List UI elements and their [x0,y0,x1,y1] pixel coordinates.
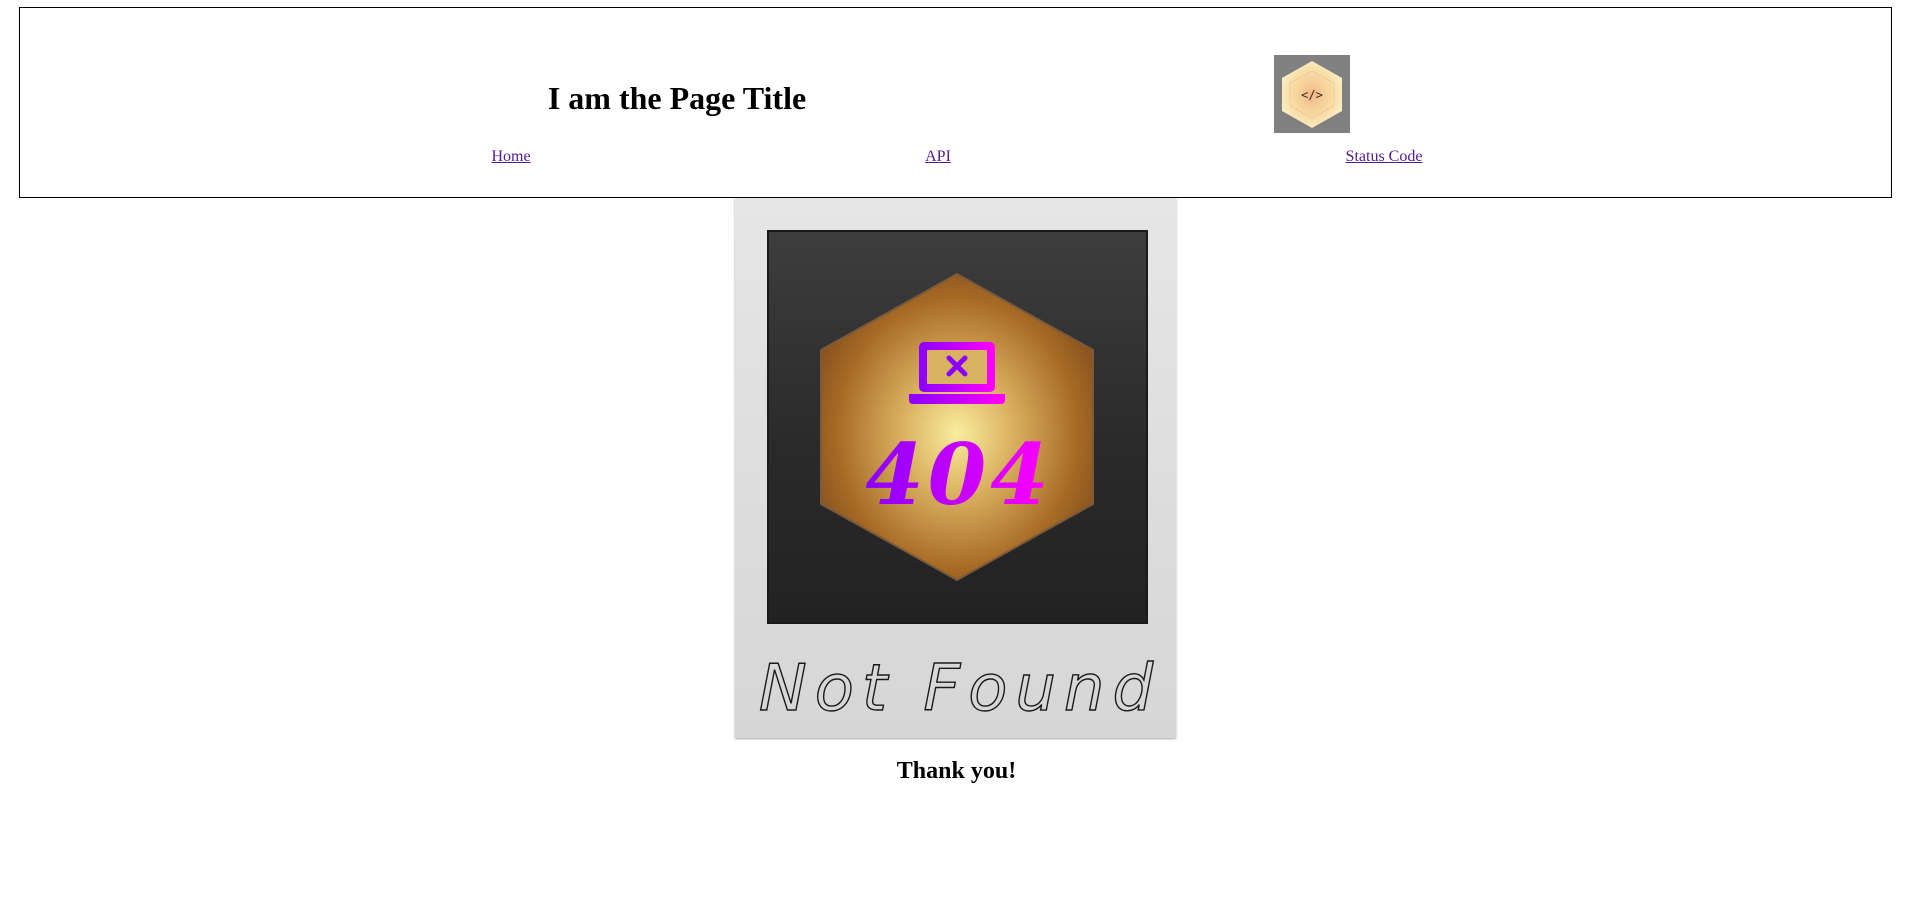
error-code: 404 [865,425,1052,524]
nav-link-api[interactable]: API [925,148,951,166]
code-hexagon-icon: </> [1282,61,1342,128]
not-found-image: 404 Not Found [735,198,1176,738]
laptop-error-icon [909,342,1005,404]
caption-handwriting: Not Found [758,651,1161,726]
logo-glyph: </> [1301,88,1323,102]
page-title: I am the Page Title [547,80,807,116]
thank-you-message: Thank you! [896,758,1017,784]
photo-frame: 404 [767,230,1148,624]
site-logo[interactable]: </> [1274,55,1350,133]
site-header: I am the Page Title </> Home API Status … [19,7,1892,198]
nav-link-status-code[interactable]: Status Code [1346,148,1423,166]
caption-text: Not Found [759,652,1161,726]
error-hexagon-graphic: 404 [820,273,1094,581]
nav-link-home[interactable]: Home [491,148,530,166]
